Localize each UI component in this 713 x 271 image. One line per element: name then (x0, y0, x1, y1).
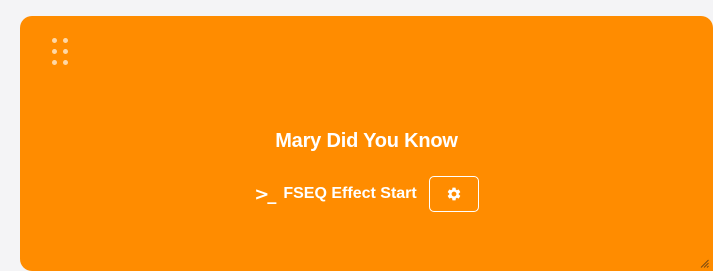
effect-card: Mary Did You Know >_ FSEQ Effect Start (20, 16, 713, 271)
gear-icon (447, 187, 460, 201)
settings-button[interactable] (428, 176, 479, 212)
card-title: Mary Did You Know (275, 130, 458, 152)
drag-handle-icon[interactable] (52, 38, 72, 70)
command-row: >_ FSEQ Effect Start (20, 175, 713, 213)
terminal-icon: >_ (254, 183, 276, 205)
resize-grip-icon[interactable] (700, 259, 709, 268)
command-label[interactable]: FSEQ Effect Start (283, 185, 416, 203)
